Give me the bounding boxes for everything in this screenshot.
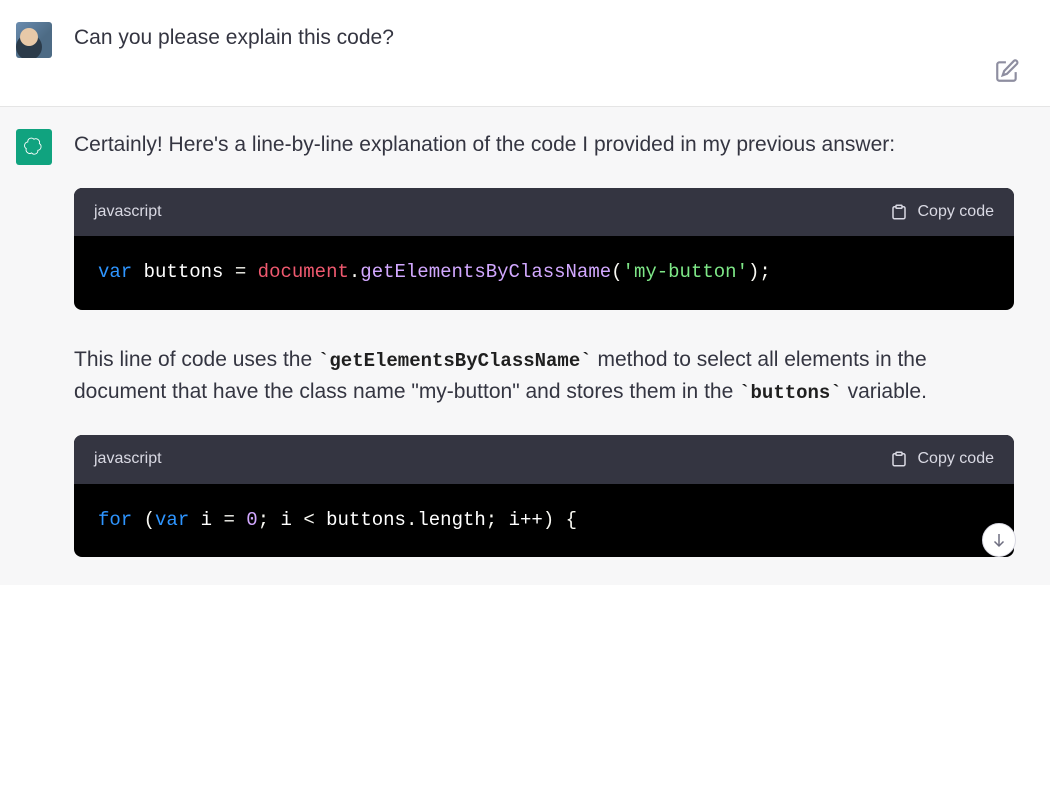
clipboard-icon: [890, 450, 908, 468]
user-text: Can you please explain this code?: [74, 26, 394, 49]
code-content[interactable]: var buttons = document.getElementsByClas…: [74, 236, 1014, 309]
code-language-label: javascript: [94, 200, 162, 225]
assistant-explanation: This line of code uses the `getElementsB…: [74, 344, 1014, 409]
copy-code-label: Copy code: [918, 447, 995, 472]
text-run: variable.: [842, 380, 927, 403]
copy-code-label: Copy code: [918, 200, 995, 225]
user-message: Can you please explain this code?: [0, 0, 1050, 107]
assistant-body: Certainly! Here's a line-by-line explana…: [74, 129, 1014, 557]
clipboard-icon: [890, 203, 908, 221]
arrow-down-icon: [990, 531, 1008, 549]
inline-code: `buttons`: [739, 382, 842, 404]
code-block: javascript Copy code var buttons = docum…: [74, 188, 1014, 310]
code-header: javascript Copy code: [74, 435, 1014, 484]
code-block: javascript Copy code for (var i = 0; i <…: [74, 435, 1014, 557]
assistant-message: Certainly! Here's a line-by-line explana…: [0, 107, 1050, 585]
copy-code-button[interactable]: Copy code: [890, 200, 995, 225]
user-message-text: Can you please explain this code?: [74, 22, 1014, 58]
code-content[interactable]: for (var i = 0; i < buttons.length; i++)…: [74, 484, 1014, 557]
edit-icon: [994, 58, 1020, 84]
assistant-intro: Certainly! Here's a line-by-line explana…: [74, 129, 1014, 162]
copy-code-button[interactable]: Copy code: [890, 447, 995, 472]
code-language-label: javascript: [94, 447, 162, 472]
code-header: javascript Copy code: [74, 188, 1014, 237]
openai-logo-icon: [23, 136, 45, 158]
edit-button[interactable]: [994, 58, 1020, 84]
scroll-down-button[interactable]: [982, 523, 1016, 557]
text-run: This line of code uses the: [74, 348, 318, 371]
inline-code: `getElementsByClassName`: [318, 350, 592, 372]
user-avatar: [16, 22, 52, 58]
assistant-avatar: [16, 129, 52, 165]
